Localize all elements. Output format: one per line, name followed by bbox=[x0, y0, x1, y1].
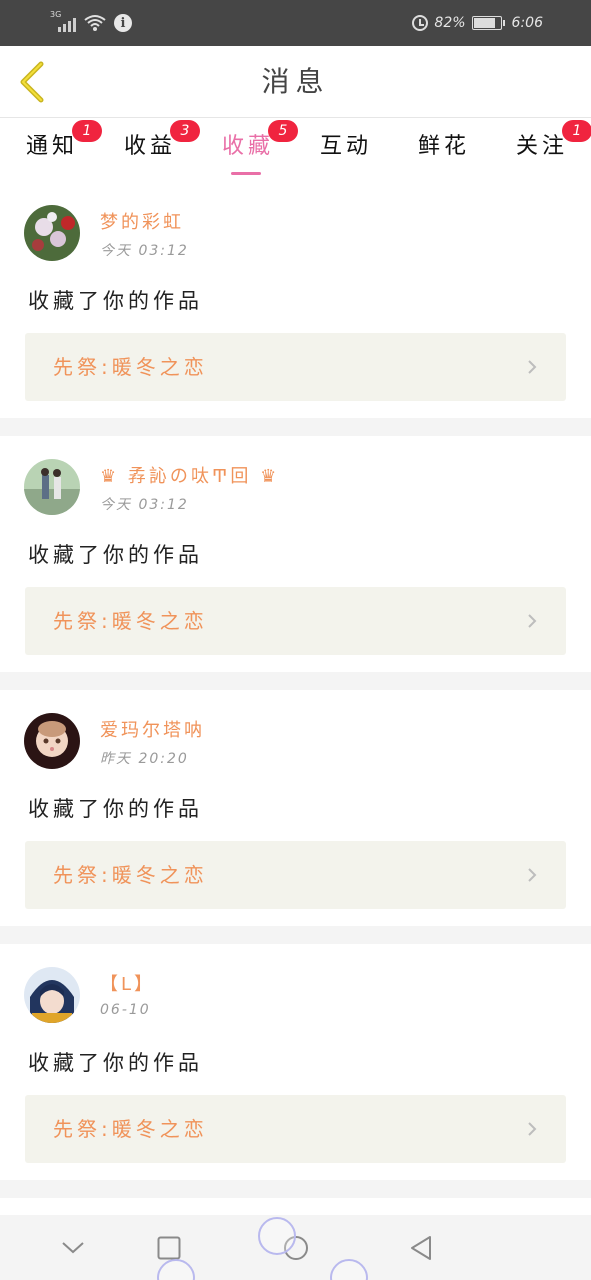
floating-bubble bbox=[330, 1259, 368, 1280]
tab-interactions[interactable]: 互动 bbox=[320, 128, 372, 178]
list-item: 梦的彩虹 今天 03:12 收藏了你的作品 先祭:暖冬之恋 bbox=[0, 182, 591, 418]
action-text: 收藏了你的作品 bbox=[28, 289, 203, 313]
tab-badge: 3 bbox=[170, 120, 200, 142]
info-icon: i bbox=[114, 14, 132, 32]
work-title: 先祭:暖冬之恋 bbox=[53, 863, 208, 887]
work-link[interactable]: 先祭:暖冬之恋 bbox=[25, 1095, 566, 1163]
action-text: 收藏了你的作品 bbox=[28, 543, 203, 567]
divider bbox=[0, 418, 591, 436]
list-item: 【L】 06-10 收藏了你的作品 先祭:暖冬之恋 bbox=[0, 944, 591, 1180]
chevron-down-icon bbox=[62, 1242, 84, 1254]
username[interactable]: 【L】 bbox=[100, 970, 155, 996]
status-bar: 3G i 82% 6:06 bbox=[0, 0, 591, 46]
chevron-right-icon bbox=[528, 360, 537, 374]
network-type: 3G bbox=[50, 10, 62, 19]
tab-flowers[interactable]: 鲜花 bbox=[418, 128, 470, 178]
avatar[interactable] bbox=[24, 713, 80, 769]
work-title: 先祭:暖冬之恋 bbox=[53, 355, 208, 379]
chevron-right-icon bbox=[528, 1122, 537, 1136]
work-title: 先祭:暖冬之恋 bbox=[53, 609, 208, 633]
timestamp: 昨天 20:20 bbox=[100, 751, 189, 767]
username[interactable]: 梦的彩虹 bbox=[100, 208, 184, 234]
tab-bar: 通知 1 收益 3 收藏 5 互动 鲜花 关注 1 bbox=[0, 118, 591, 182]
battery-percent: 82% bbox=[434, 15, 466, 31]
tab-badge: 5 bbox=[268, 120, 298, 142]
avatar[interactable] bbox=[24, 967, 80, 1023]
square-icon bbox=[157, 1236, 181, 1260]
triangle-back-icon bbox=[411, 1236, 431, 1260]
tab-label: 收益 bbox=[124, 134, 177, 159]
work-link[interactable]: 先祭:暖冬之恋 bbox=[25, 841, 566, 909]
timestamp: 今天 03:12 bbox=[100, 497, 189, 513]
alarm-icon bbox=[412, 15, 429, 31]
chevron-right-icon bbox=[528, 614, 537, 628]
tab-badge: 1 bbox=[72, 120, 102, 142]
header: 消息 bbox=[0, 46, 591, 118]
tab-label: 关注 bbox=[516, 134, 569, 159]
clock: 6:06 bbox=[511, 15, 543, 31]
tab-label: 互动 bbox=[320, 134, 373, 159]
page-title: 消息 bbox=[261, 65, 330, 98]
divider bbox=[0, 1180, 591, 1198]
timestamp: 06-10 bbox=[100, 1002, 151, 1018]
tab-earnings[interactable]: 收益 3 bbox=[124, 120, 200, 178]
tab-badge: 1 bbox=[562, 120, 591, 142]
tab-label: 通知 bbox=[26, 134, 79, 159]
tab-notifications[interactable]: 通知 1 bbox=[26, 120, 102, 178]
nav-back-button[interactable] bbox=[406, 1233, 436, 1263]
work-link[interactable]: 先祭:暖冬之恋 bbox=[25, 333, 566, 401]
work-title: 先祭:暖冬之恋 bbox=[53, 1117, 208, 1141]
avatar[interactable] bbox=[24, 205, 80, 261]
chevron-right-icon bbox=[528, 868, 537, 882]
avatar[interactable] bbox=[24, 459, 80, 515]
tab-label: 收藏 bbox=[222, 134, 275, 159]
divider bbox=[0, 672, 591, 690]
floating-bubble bbox=[258, 1217, 296, 1255]
username[interactable]: 爱玛尔塔呐 bbox=[100, 716, 205, 742]
action-text: 收藏了你的作品 bbox=[28, 797, 203, 821]
signal-icon: 3G bbox=[50, 10, 76, 32]
active-tab-indicator bbox=[231, 172, 262, 175]
timestamp: 今天 03:12 bbox=[100, 243, 189, 259]
nav-collapse-button[interactable] bbox=[58, 1233, 88, 1263]
tab-favorites[interactable]: 收藏 5 bbox=[222, 120, 298, 178]
tab-label: 鲜花 bbox=[418, 134, 471, 159]
username[interactable]: ♛ 孨訫の呔Ͳ回 ♛ bbox=[100, 462, 279, 488]
system-nav-bar bbox=[0, 1215, 591, 1280]
tab-follows[interactable]: 关注 1 bbox=[516, 120, 591, 178]
list-item: ♛ 孨訫の呔Ͳ回 ♛ 今天 03:12 收藏了你的作品 先祭:暖冬之恋 bbox=[0, 436, 591, 672]
divider bbox=[0, 926, 591, 944]
work-link[interactable]: 先祭:暖冬之恋 bbox=[25, 587, 566, 655]
list-item: 爱玛尔塔呐 昨天 20:20 收藏了你的作品 先祭:暖冬之恋 bbox=[0, 690, 591, 926]
action-text: 收藏了你的作品 bbox=[28, 1051, 203, 1075]
wifi-icon bbox=[84, 14, 106, 32]
battery-icon bbox=[471, 16, 505, 30]
